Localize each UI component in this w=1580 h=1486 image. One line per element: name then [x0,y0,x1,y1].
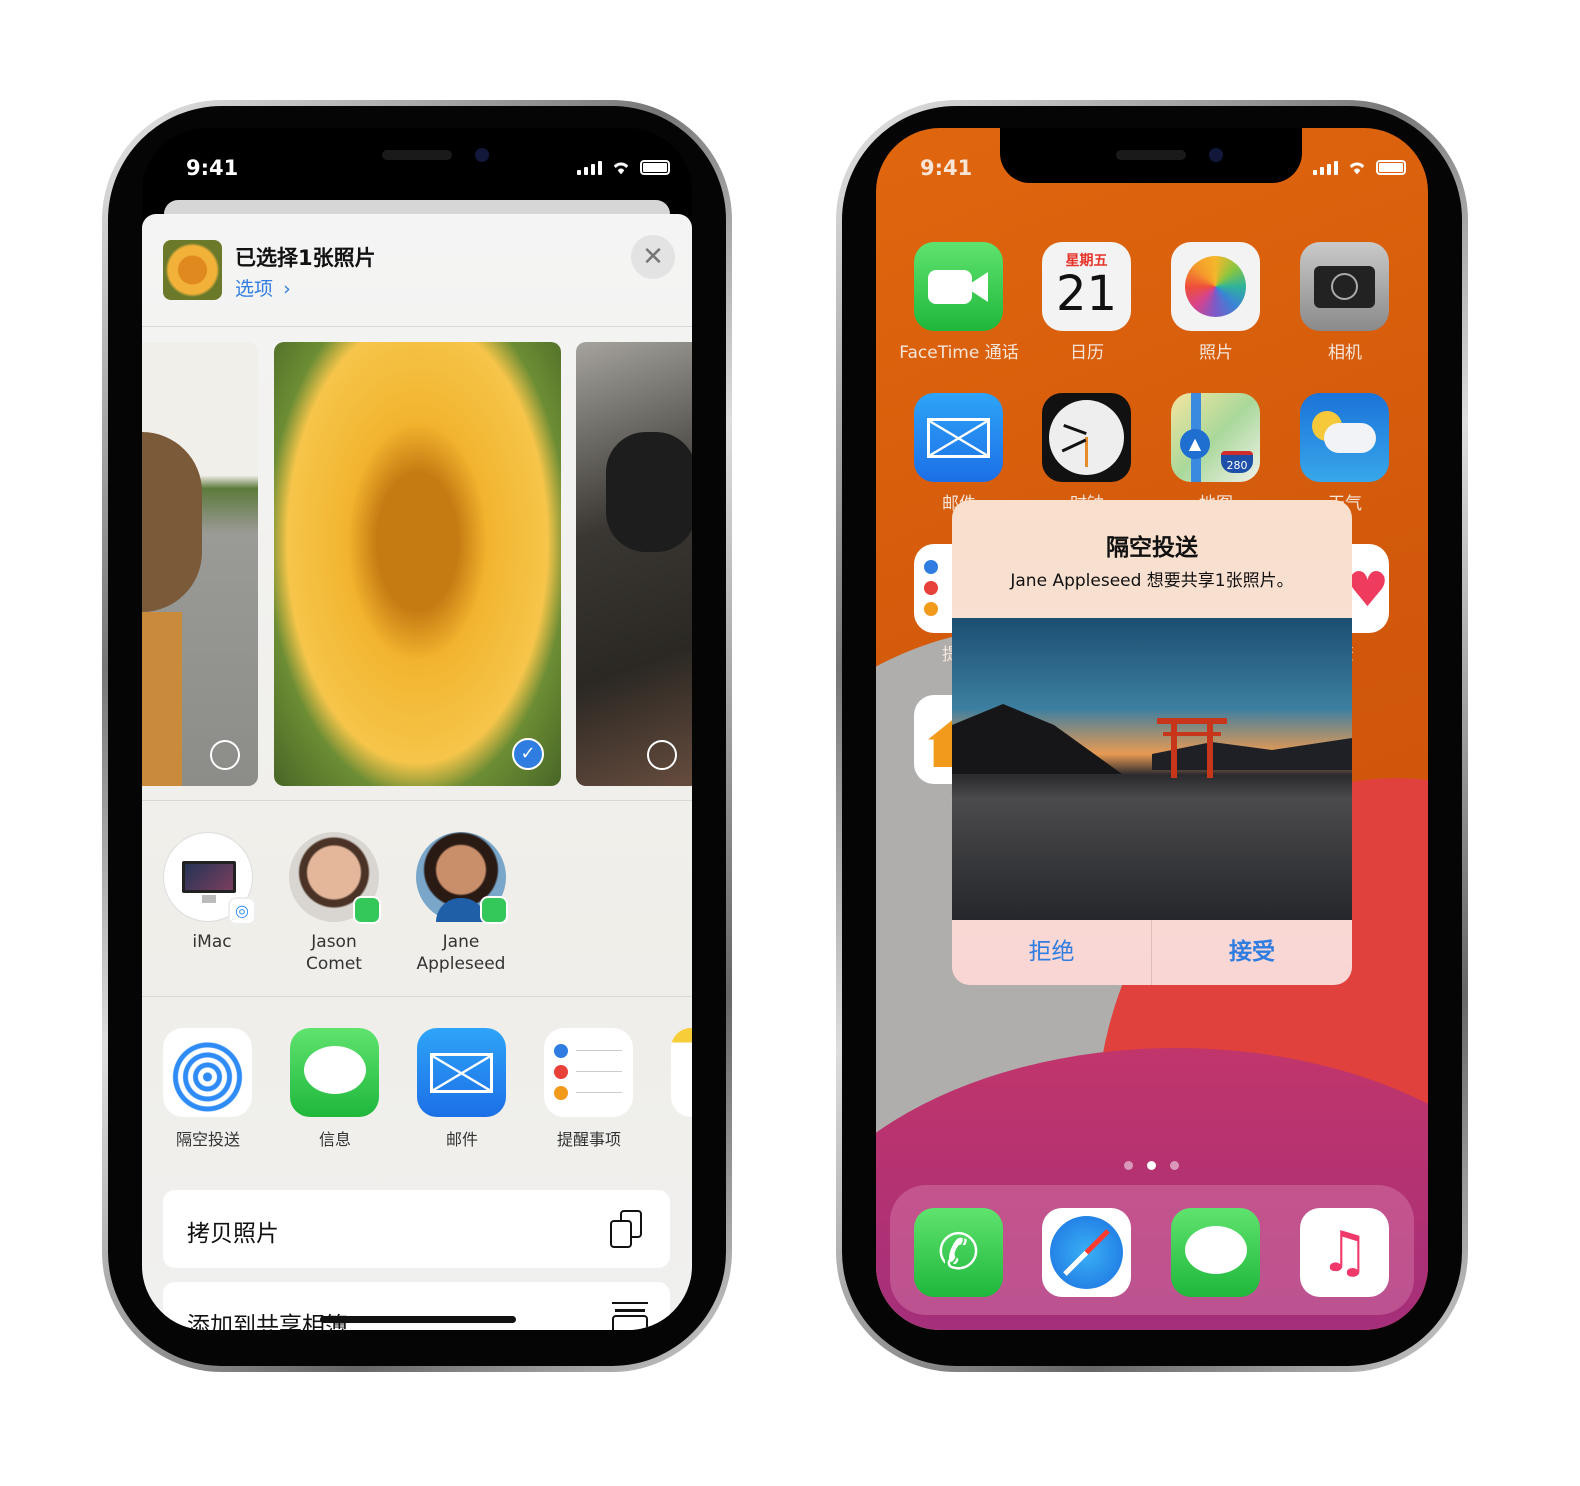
photo-french-bulldog[interactable] [576,342,692,786]
options-link[interactable]: 选项 › [235,274,291,301]
messages-icon [353,896,381,924]
home-app-camera[interactable]: 相机 [1275,242,1415,372]
right-screen: 9:41 FaceTime 通话星期五21日历照片相机邮件时钟▲280地图天气提… [876,128,1428,1330]
torii-gate [1157,718,1227,778]
copy-icon [610,1210,644,1250]
imac-avatar: ◎ [163,832,256,925]
camera-icon [1300,242,1389,331]
airdrop-target-jane-appleseed[interactable]: Jane Appleseed [396,832,526,982]
weather-icon [1300,393,1389,482]
calendar-icon: 星期五 21 [1042,242,1131,331]
notch [1000,128,1302,183]
share-app-airdrop[interactable]: 隔空投送 [163,1028,252,1158]
copy-photo-action[interactable]: 拷贝照片 [163,1190,670,1268]
photo-yellow-rose[interactable]: ✓ [274,342,561,786]
photo-carousel[interactable]: ✓ [142,342,692,786]
share-sheet: 已选择1张照片 选项 › ✕ ✓ ◎ iMac Jason Comet Jane… [142,214,692,1330]
person-name-line1: Jane [442,932,480,952]
decline-button[interactable]: 拒绝 [952,920,1152,985]
photos-icon [1171,242,1260,331]
clock-icon [1042,393,1131,482]
mail-icon [417,1028,506,1117]
airdrop-target-imac[interactable]: ◎ iMac [142,832,272,982]
interstate-shield: 280 [1221,451,1253,473]
app-label: 相机 [1328,343,1362,363]
accept-button[interactable]: 接受 [1152,920,1352,985]
mail-icon [914,393,1003,482]
battery-icon [1376,160,1406,175]
selected-checkmark-icon[interactable]: ✓ [512,738,544,770]
home-app-facetime[interactable]: FaceTime 通话 [889,242,1029,372]
jane-avatar [416,832,508,924]
person-name: iMac [192,932,232,952]
reminders-icon [544,1028,633,1117]
page-dot[interactable] [1170,1161,1179,1170]
jason-avatar [289,832,381,924]
battery-icon [640,160,670,175]
page-dot-active[interactable] [1147,1161,1156,1170]
safari-icon[interactable] [1042,1208,1131,1297]
left-screen: 9:41 已选择1张照片 选项 › ✕ ✓ ◎ iMac Jason Comet… [142,128,692,1330]
wifi-icon [611,160,631,175]
page-dots[interactable] [1124,1161,1179,1170]
status-time: 9:41 [920,156,973,180]
share-sheet-title: 已选择1张照片 [235,246,376,270]
status-time: 9:41 [186,156,239,180]
notch-speaker [382,150,452,160]
messages-icon[interactable] [1171,1208,1260,1297]
photo-woman-with-hat[interactable] [142,342,258,786]
airdrop-icon: ◎ [228,897,256,925]
close-button[interactable]: ✕ [631,235,675,279]
airdrop-target-jason-comet[interactable]: Jason Comet [269,832,399,982]
alert-title: 隔空投送 [1106,535,1198,561]
music-icon[interactable]: ♫ [1300,1208,1389,1297]
cellular-signal-icon [577,161,602,175]
airdrop-alert: 隔空投送 Jane Appleseed 想要共享1张照片。 拒绝 接受 [952,500,1352,985]
xmark-icon: ✕ [642,242,664,272]
cellular-signal-icon [1313,161,1338,175]
chevron-right-icon: › [283,278,291,300]
wifi-icon [1347,160,1367,175]
notes-icon[interactable] [671,1028,692,1117]
shared-photo-torii-gate [952,618,1352,920]
messages-icon [480,896,508,924]
phone-icon[interactable]: ✆ [914,1208,1003,1297]
unselected-circle-icon[interactable] [210,740,240,770]
app-label: 照片 [1199,343,1233,363]
home-indicator[interactable] [320,1316,516,1323]
home-app-photos[interactable]: 照片 [1146,242,1286,372]
selected-photo-thumbnail [163,240,222,300]
maps-icon: ▲ 280 [1171,393,1260,482]
share-app-mail[interactable]: 邮件 [417,1028,506,1158]
app-label: FaceTime 通话 [899,343,1019,363]
person-name-line2: Appleseed [416,954,506,974]
app-label: 日历 [1070,343,1104,363]
calendar-day: 21 [1055,266,1118,322]
alert-message: Jane Appleseed 想要共享1张照片。 [1010,571,1294,591]
shared-album-icon [612,1302,648,1330]
dock: ✆ ♫ [890,1185,1414,1315]
person-name-line1: Jason [311,932,357,952]
unselected-circle-icon[interactable] [647,740,677,770]
airdrop-icon [163,1028,252,1117]
page-dot[interactable] [1124,1161,1133,1170]
home-app-calendar[interactable]: 星期五 21 日历 [1017,242,1157,372]
share-app-reminders[interactable]: 提醒事项 [544,1028,633,1158]
share-app-messages[interactable]: 信息 [290,1028,379,1158]
front-camera [475,148,489,162]
person-name-line2: Comet [306,954,362,974]
messages-icon [290,1028,379,1117]
facetime-icon [914,242,1003,331]
